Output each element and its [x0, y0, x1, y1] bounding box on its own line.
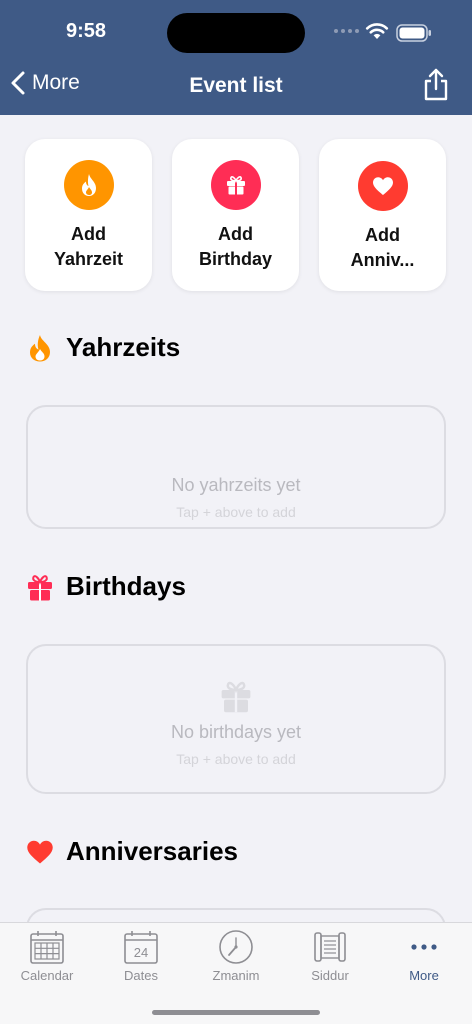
add-yahrzeit-button[interactable]: Add Yahrzeit	[25, 139, 152, 291]
add-card-label: Add Anniv...	[350, 225, 415, 270]
heart-icon	[27, 840, 53, 863]
dates-icon: 24	[124, 931, 158, 964]
gift-icon	[210, 160, 261, 210]
tab-label: More	[409, 968, 439, 983]
tab-label: Calendar	[20, 968, 74, 983]
yahrzeits-header: Yahrzeits	[26, 332, 180, 363]
add-birthday-button[interactable]: Add Birthday	[172, 139, 299, 291]
section-title: Yahrzeits	[66, 332, 181, 362]
status-time: 9:58	[66, 20, 107, 42]
anniversaries-header: Anniversaries	[26, 836, 238, 867]
tab-more[interactable]: More	[377, 929, 471, 983]
yahrzeits-empty-state: No yahrzeits yet Tap + above to add	[26, 405, 446, 529]
gift-icon	[28, 574, 52, 600]
tab-label: Zmanim	[212, 968, 260, 983]
scroll-icon	[314, 932, 346, 962]
empty-title: No birthdays yet	[170, 722, 302, 742]
birthdays-header: Birthdays	[26, 571, 186, 602]
tab-label: Dates	[124, 968, 158, 983]
empty-hint: Tap + above to add	[176, 504, 296, 520]
dynamic-island	[167, 13, 305, 53]
tab-dates[interactable]: 24 Dates	[94, 929, 188, 983]
add-card-label: Add Birthday	[198, 224, 272, 269]
flame-icon	[63, 160, 114, 210]
share-icon[interactable]	[422, 68, 450, 102]
section-title: Anniversaries	[66, 836, 238, 866]
birthdays-empty-state: No birthdays yet Tap + above to add	[26, 644, 446, 794]
tab-calendar[interactable]: Calendar	[0, 929, 94, 983]
empty-title: No yahrzeits yet	[171, 475, 301, 495]
tab-bar: Calendar 24 Dates Zmanim Siddur More	[0, 922, 472, 1024]
section-title: Birthdays	[66, 571, 186, 601]
flame-icon	[30, 334, 50, 361]
signal-icon	[334, 29, 359, 33]
gift-icon	[221, 681, 251, 713]
dates-badge: 24	[134, 945, 148, 960]
navigation-bar: 9:58 More Event list	[0, 0, 472, 115]
add-card-label: Add Yahrzeit	[53, 224, 124, 269]
battery-icon	[396, 24, 431, 42]
more-icon	[411, 944, 437, 950]
empty-hint: Tap + above to add	[176, 751, 296, 767]
add-anniversary-button[interactable]: Add Anniv...	[319, 139, 446, 291]
wifi-icon	[365, 23, 389, 39]
home-indicator	[152, 1010, 320, 1015]
tab-zmanim[interactable]: Zmanim	[189, 929, 283, 983]
tab-label: Siddur	[311, 968, 349, 983]
tab-siddur[interactable]: Siddur	[283, 929, 377, 983]
heart-icon	[357, 161, 408, 211]
page-title: Event list	[189, 74, 283, 97]
clock-icon	[219, 930, 253, 964]
calendar-icon	[30, 931, 64, 964]
